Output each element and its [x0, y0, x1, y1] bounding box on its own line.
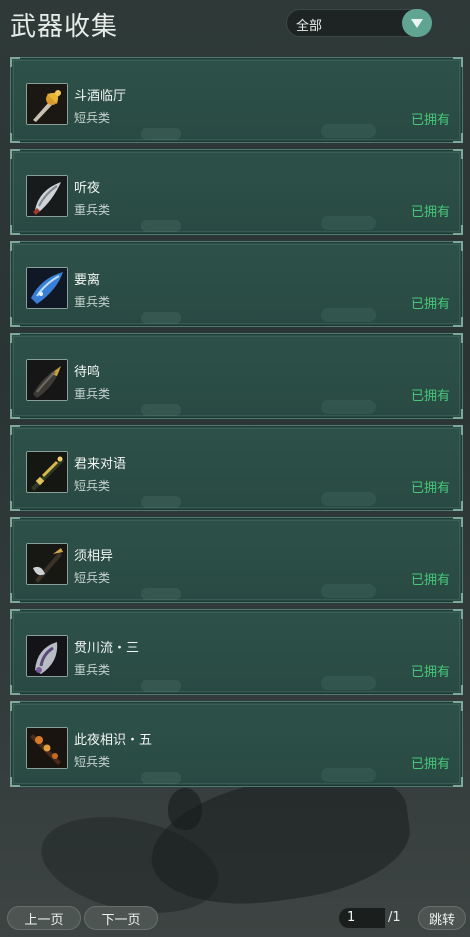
weapon-name: 须相异 — [74, 549, 114, 564]
owned-status: 已拥有 — [410, 481, 450, 496]
owned-status: 已拥有 — [410, 389, 450, 404]
weapon-card[interactable]: 听夜 重兵类 已拥有 — [10, 149, 463, 235]
owned-status: 已拥有 — [410, 297, 450, 312]
page-title: 武器收集 — [10, 12, 119, 42]
weapon-name: 此夜相识・五 — [74, 733, 153, 748]
owned-status: 已拥有 — [410, 113, 450, 128]
golden-dagger-icon — [26, 83, 68, 125]
weapon-name: 听夜 — [74, 181, 101, 196]
weapon-type: 短兵类 — [74, 479, 111, 493]
ornate-dagger-icon — [26, 727, 68, 769]
weapon-card[interactable]: 须相异 短兵类 已拥有 — [10, 517, 463, 603]
weapon-card[interactable]: 此夜相识・五 短兵类 已拥有 — [10, 701, 463, 787]
weapon-type: 短兵类 — [74, 755, 111, 769]
weapon-name: 待鸣 — [74, 365, 101, 380]
weapon-type: 短兵类 — [74, 111, 111, 125]
weapon-name: 君来对语 — [74, 457, 127, 472]
weapon-type: 重兵类 — [74, 203, 111, 217]
jump-button[interactable]: 跳转 — [418, 906, 466, 930]
owned-status: 已拥有 — [410, 757, 450, 772]
page-total: /1 — [388, 910, 401, 925]
weapon-type: 短兵类 — [74, 571, 111, 585]
triangle-down-icon — [411, 18, 423, 28]
pagination-bar: 上一页 下一页 1 /1 跳转 — [0, 906, 470, 932]
purple-blade-icon — [26, 635, 68, 677]
axe-sword-icon — [26, 543, 68, 585]
weapon-card[interactable]: 贯川流・三 重兵类 已拥有 — [10, 609, 463, 695]
silver-blade-icon — [26, 175, 68, 217]
weapon-card[interactable]: 待鸣 重兵类 已拥有 — [10, 333, 463, 419]
page-number-input[interactable]: 1 — [338, 907, 386, 929]
weapon-name: 要离 — [74, 273, 101, 288]
weapon-card[interactable]: 斗酒临厅 短兵类 已拥有 — [10, 57, 463, 143]
next-page-button[interactable]: 下一页 — [84, 906, 158, 930]
gold-sword-icon — [26, 451, 68, 493]
dropdown-toggle-button[interactable] — [402, 9, 432, 37]
blue-blade-icon — [26, 267, 68, 309]
dark-blade-icon — [26, 359, 68, 401]
category-filter-dropdown[interactable]: 全部 — [286, 9, 432, 37]
owned-status: 已拥有 — [410, 573, 450, 588]
weapon-type: 重兵类 — [74, 387, 111, 401]
weapon-list: 斗酒临厅 短兵类 已拥有 听夜 重兵类 已拥有 要离 重兵类 已拥有 待鸣 重兵… — [10, 57, 463, 793]
weapon-card[interactable]: 君来对语 短兵类 已拥有 — [10, 425, 463, 511]
owned-status: 已拥有 — [410, 665, 450, 680]
filter-selected-label: 全部 — [296, 19, 323, 34]
weapon-type: 重兵类 — [74, 295, 111, 309]
weapon-type: 重兵类 — [74, 663, 111, 677]
header: 武器收集 全部 — [0, 0, 470, 50]
prev-page-button[interactable]: 上一页 — [7, 906, 81, 930]
weapon-name: 贯川流・三 — [74, 641, 140, 656]
weapon-name: 斗酒临厅 — [74, 89, 127, 104]
weapon-card[interactable]: 要离 重兵类 已拥有 — [10, 241, 463, 327]
owned-status: 已拥有 — [410, 205, 450, 220]
